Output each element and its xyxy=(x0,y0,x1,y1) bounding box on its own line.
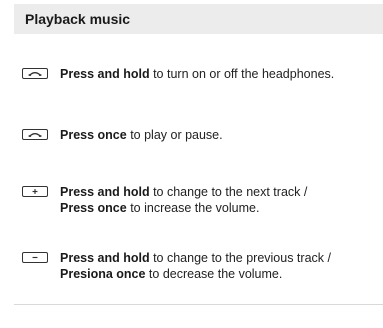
instruction-line-1: Press and hold to change to the next tra… xyxy=(60,184,307,200)
instruction-bold: Press once xyxy=(60,128,127,142)
instruction-line-1: Press and hold to change to the previous… xyxy=(60,250,331,266)
instruction-rest: to turn on or off the headphones. xyxy=(149,67,335,81)
power-phone-icon xyxy=(22,129,48,140)
instruction-text: Press and hold to change to the next tra… xyxy=(60,184,307,216)
instruction-plus: Press and hold to change to the next tra… xyxy=(22,184,379,216)
instruction-rest: to change to the next track / xyxy=(149,185,308,199)
instruction-rest: to decrease the volume. xyxy=(145,267,283,281)
instruction-bold: Press and hold xyxy=(60,67,150,81)
instruction-line-2: Press once to increase the volume. xyxy=(60,200,307,216)
minus-icon xyxy=(22,252,48,263)
plus-icon xyxy=(22,186,48,197)
instruction-minus: Press and hold to change to the previous… xyxy=(22,250,379,282)
playback-music-card: Playback music Press and hold to turn on… xyxy=(14,4,383,305)
instruction-rest: to change to the previous track / xyxy=(149,251,331,265)
section-title: Playback music xyxy=(14,4,383,34)
instruction-text: Press and hold to change to the previous… xyxy=(60,250,331,282)
instruction-bold: Press once xyxy=(60,201,127,215)
instruction-power-once: Press once to play or pause. xyxy=(22,127,379,143)
instruction-bold: Press and hold xyxy=(60,251,150,265)
instruction-rest: to increase the volume. xyxy=(126,201,260,215)
instruction-bold: Press and hold xyxy=(60,185,150,199)
instruction-bold: Presiona once xyxy=(60,267,146,281)
instruction-text: Press and hold to turn on or off the hea… xyxy=(60,66,334,82)
instruction-line-2: Presiona once to decrease the volume. xyxy=(60,266,331,282)
instruction-text: Press once to play or pause. xyxy=(60,127,223,143)
power-phone-icon xyxy=(22,68,48,79)
instruction-power-hold: Press and hold to turn on or off the hea… xyxy=(22,66,379,82)
instruction-rest: to play or pause. xyxy=(126,128,223,142)
